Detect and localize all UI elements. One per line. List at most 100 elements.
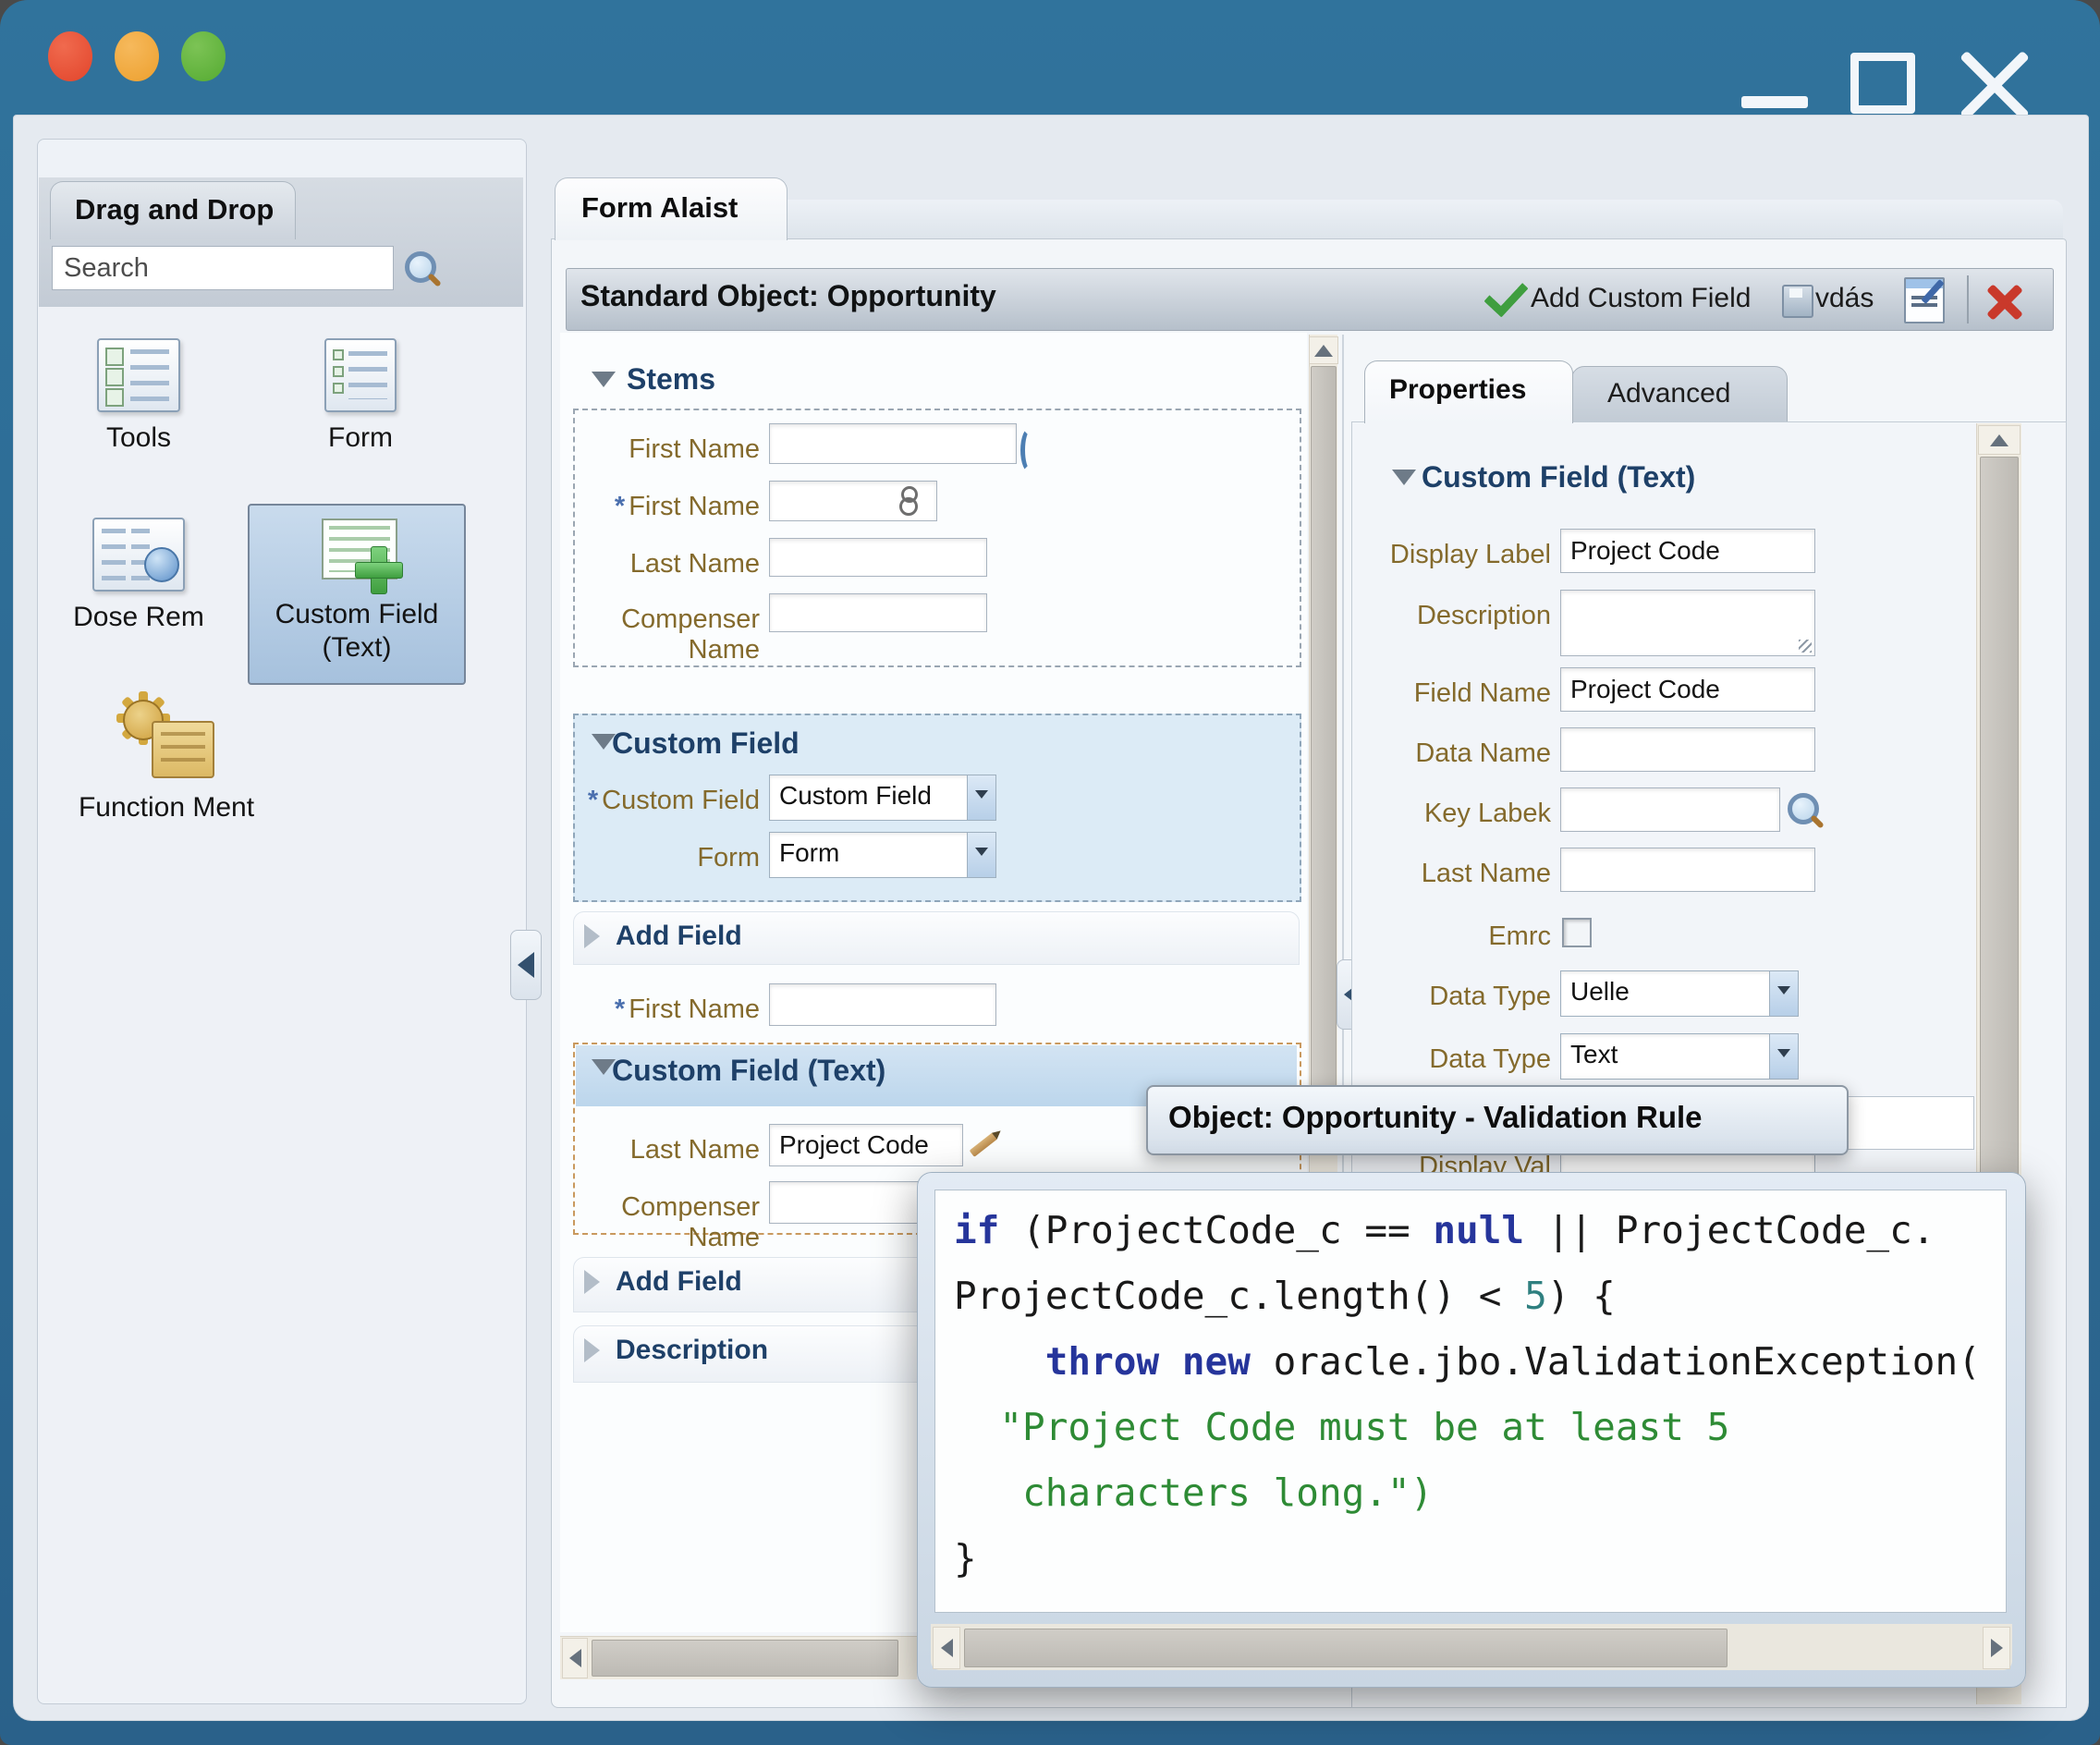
scroll-left-button[interactable] — [933, 1627, 960, 1669]
tools-icon — [97, 338, 180, 412]
drag-and-drop-title: Drag and Drop — [75, 193, 274, 226]
tab-advanced[interactable]: Advanced — [1571, 366, 1788, 423]
palette-item-label: Tools — [106, 421, 171, 455]
tab-form-alaist[interactable]: Form Alaist — [555, 177, 788, 240]
key-label-input[interactable] — [1560, 787, 1780, 832]
minimize-button[interactable] — [1741, 96, 1808, 108]
description-textarea[interactable] — [1560, 590, 1815, 656]
lookup-search-icon[interactable] — [1786, 791, 1823, 828]
field-label: Data Name — [1311, 738, 1551, 769]
field-label: Data Type — [1311, 982, 1551, 1012]
close-button[interactable] — [1958, 48, 2032, 122]
section-title-add-field[interactable]: Add Field — [616, 921, 742, 952]
sidebar-splitter-handle[interactable] — [510, 930, 542, 1000]
palette-item-label: Form — [328, 421, 393, 455]
data-type-dropdown[interactable]: Uelle — [1560, 970, 1799, 1017]
scroll-up-button[interactable] — [1978, 425, 2021, 455]
dropdown-value: Custom Field — [770, 775, 967, 820]
text-input[interactable] — [769, 983, 996, 1026]
field-label: Form — [560, 843, 760, 873]
palette-item-label: Dose Rem — [73, 601, 204, 634]
scrollbar-thumb[interactable] — [964, 1629, 1728, 1667]
data-type-dropdown[interactable]: Text — [1560, 1033, 1799, 1080]
scrollbar-thumb[interactable] — [592, 1640, 898, 1677]
dropdown-value: Form — [770, 833, 967, 877]
section-title-custom-field[interactable]: Custom Field — [612, 726, 800, 761]
scroll-left-button[interactable] — [562, 1638, 588, 1678]
field-label: Data Type — [1311, 1044, 1551, 1075]
display-label-input[interactable] — [1560, 529, 1815, 573]
palette-item-tools[interactable]: Tools — [55, 338, 222, 455]
chevron-down-icon[interactable] — [967, 775, 995, 820]
collapsed-icon[interactable] — [584, 1338, 600, 1362]
busy-icon — [898, 486, 915, 514]
validation-rule-tooltip: Object: Opportunity - Validation Rule — [1146, 1085, 1849, 1155]
tab-label: Properties — [1389, 374, 1526, 406]
text-input[interactable] — [769, 538, 987, 577]
palette-item-form[interactable]: Form — [277, 338, 444, 455]
resize-grip[interactable] — [1799, 640, 1812, 653]
section-title-stems[interactable]: Stems — [627, 362, 715, 397]
expand-icon[interactable] — [592, 372, 616, 387]
section-title-custom-field-text[interactable]: Custom Field (Text) — [612, 1054, 885, 1088]
field-name-input[interactable] — [1560, 667, 1815, 712]
text-input[interactable] — [769, 1124, 963, 1166]
field-label: Key Labek — [1311, 799, 1551, 829]
field-label: *Custom Field — [560, 786, 760, 816]
chevron-down-icon[interactable] — [1769, 1034, 1798, 1079]
palette-item-dose-rem[interactable]: Dose Rem — [55, 518, 222, 634]
properties-section-title[interactable]: Custom Field (Text) — [1422, 460, 1695, 494]
emrc-checkbox[interactable] — [1562, 918, 1592, 947]
close-object-button[interactable] — [1984, 281, 2026, 322]
search-input[interactable] — [52, 246, 394, 290]
field-label: Last Name — [1311, 859, 1551, 889]
text-input[interactable] — [769, 423, 1017, 464]
tab-label: Form Alaist — [581, 191, 738, 225]
section-title-description[interactable]: Description — [616, 1335, 768, 1366]
save-button[interactable]: vdás — [1815, 283, 1874, 314]
dropdown-value: Text — [1561, 1034, 1769, 1079]
tooltip-text: Object: Opportunity - Validation Rule — [1168, 1100, 1703, 1135]
drag-and-drop-tab[interactable]: Drag and Drop — [50, 181, 296, 239]
field-label: *First Name — [560, 492, 760, 522]
dropdown[interactable]: Form — [769, 832, 996, 878]
traffic-light-orange-icon[interactable] — [115, 31, 159, 81]
scrollbar-thumb[interactable] — [1980, 457, 2019, 1176]
collapsed-icon[interactable] — [584, 1270, 600, 1294]
palette-item-label: Custom Field (Text) — [260, 598, 454, 665]
last-name-input[interactable] — [1560, 848, 1815, 892]
tab-properties[interactable]: Properties — [1364, 360, 1573, 423]
collapsed-icon[interactable] — [584, 924, 600, 948]
section-title-add-field[interactable]: Add Field — [616, 1266, 742, 1298]
edit-document-icon[interactable] — [1904, 277, 1945, 323]
maximize-button[interactable] — [1850, 53, 1915, 114]
add-custom-field-button[interactable]: Add Custom Field — [1531, 283, 1751, 314]
palette-item-label: Function Ment — [79, 791, 254, 824]
dropdown-value: Uelle — [1561, 971, 1769, 1016]
tab-strip — [784, 200, 2063, 239]
search-icon[interactable] — [403, 250, 440, 287]
field-label: Field Name — [1311, 678, 1551, 709]
scroll-up-button[interactable] — [1309, 336, 1338, 364]
traffic-light-green-icon[interactable] — [181, 31, 226, 81]
data-name-input[interactable] — [1560, 727, 1815, 772]
code-editor[interactable]: if (ProjectCode_c == null || ProjectCode… — [934, 1190, 2007, 1613]
traffic-light-red-icon[interactable] — [48, 31, 92, 81]
object-title: Standard Object: Opportunity — [580, 279, 996, 313]
field-label: Display Label — [1311, 540, 1551, 570]
report-icon — [92, 518, 185, 592]
palette-item-custom-field-text[interactable]: Custom Field (Text) — [248, 504, 466, 685]
validation-rule-popup: if (ProjectCode_c == null || ProjectCode… — [917, 1172, 2026, 1688]
scroll-right-button[interactable] — [1983, 1627, 2010, 1669]
popup-horizontal-scrollbar[interactable] — [931, 1624, 2012, 1670]
chevron-down-icon[interactable] — [967, 833, 995, 877]
form-icon — [324, 338, 397, 412]
text-input[interactable] — [769, 593, 987, 632]
function-icon — [111, 689, 222, 782]
clipped-search-icon — [1020, 427, 1040, 473]
field-label: First Name — [560, 434, 760, 465]
chevron-down-icon[interactable] — [1769, 971, 1798, 1016]
dropdown[interactable]: Custom Field — [769, 775, 996, 821]
palette-item-function-ment[interactable]: Function Ment — [55, 689, 277, 824]
expand-icon[interactable] — [1392, 470, 1416, 485]
